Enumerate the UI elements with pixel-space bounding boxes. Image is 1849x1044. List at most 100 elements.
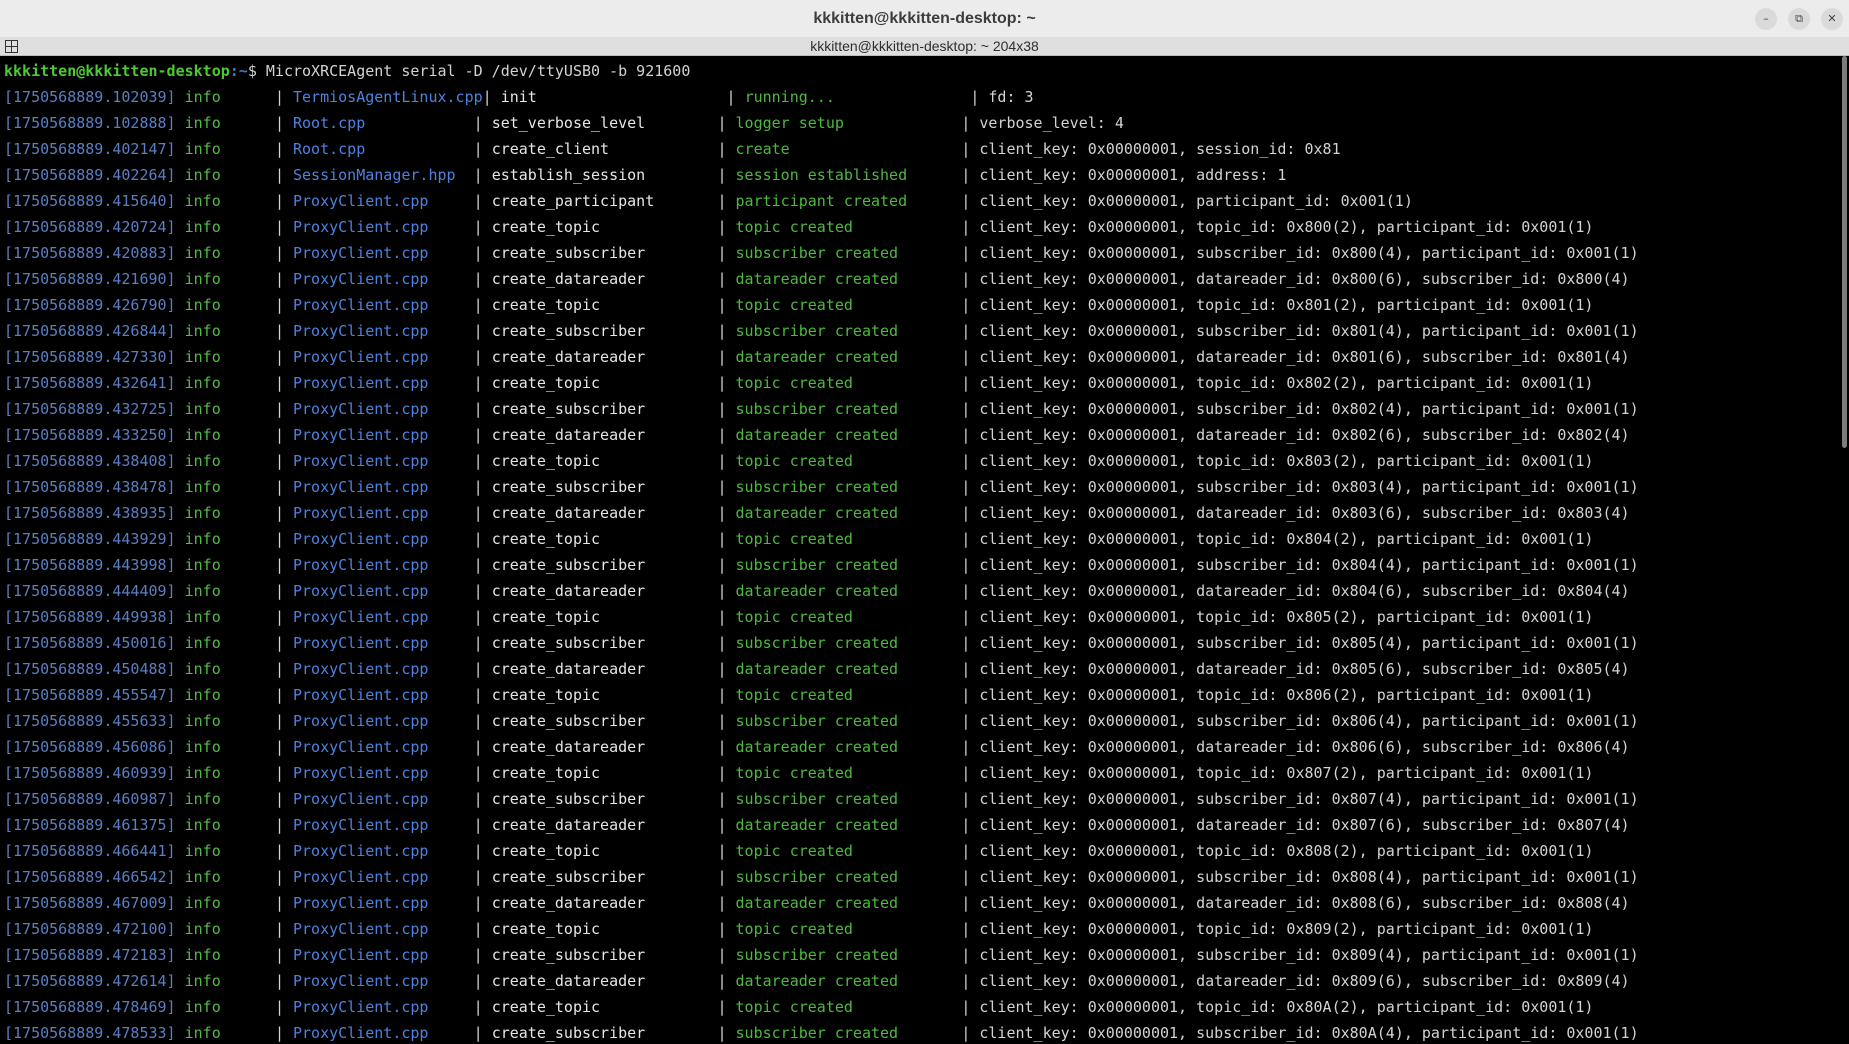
column-separator: | <box>717 270 736 288</box>
column-separator: | <box>274 556 293 574</box>
log-detail: client_key: 0x00000001, subscriber_id: 0… <box>979 244 1639 262</box>
column-separator: | <box>717 946 736 964</box>
column-separator: | <box>473 738 492 756</box>
column-separator: | <box>274 972 293 990</box>
column-separator: | <box>961 608 980 626</box>
log-line: [1750568889.460987] info | ProxyClient.c… <box>4 784 1840 810</box>
log-timestamp: [1750568889.444409] <box>4 582 176 600</box>
column-separator: | <box>274 296 293 314</box>
log-timestamp: [1750568889.456086] <box>4 738 176 756</box>
column-separator: | <box>274 140 293 158</box>
column-separator: | <box>274 712 293 730</box>
log-level: info <box>184 790 275 808</box>
column-separator: | <box>274 348 293 366</box>
column-separator: | <box>473 894 492 912</box>
log-source-file: ProxyClient.cpp <box>293 972 474 990</box>
log-timestamp: [1750568889.420724] <box>4 218 176 236</box>
column-separator: | <box>473 582 492 600</box>
log-action: session established <box>735 166 962 184</box>
log-level: info <box>184 920 275 938</box>
log-timestamp: [1750568889.427330] <box>4 348 176 366</box>
log-detail: verbose_level: 4 <box>979 114 1124 132</box>
log-action: datareader created <box>735 348 962 366</box>
log-action: running... <box>744 88 971 106</box>
column-separator: | <box>473 686 492 704</box>
log-action: topic created <box>735 608 962 626</box>
column-separator: | <box>274 790 293 808</box>
column-separator: | <box>717 764 736 782</box>
log-timestamp: [1750568889.420883] <box>4 244 176 262</box>
column-separator: | <box>473 504 492 522</box>
log-detail: client_key: 0x00000001, datareader_id: 0… <box>979 660 1630 678</box>
log-timestamp: [1750568889.478533] <box>4 1024 176 1042</box>
column-separator: | <box>717 244 736 262</box>
column-separator: | <box>473 192 492 210</box>
column-separator: | <box>717 374 736 392</box>
column-separator: | <box>961 868 980 886</box>
log-level: info <box>184 972 275 990</box>
column-separator: | <box>726 88 745 106</box>
log-line: [1750568889.432641] info | ProxyClient.c… <box>4 368 1840 394</box>
column-separator: | <box>717 504 736 522</box>
column-separator: | <box>961 582 980 600</box>
column-separator: | <box>961 218 980 236</box>
log-timestamp: [1750568889.455547] <box>4 686 176 704</box>
log-timestamp: [1750568889.443998] <box>4 556 176 574</box>
scrollbar-thumb[interactable] <box>1842 56 1847 448</box>
log-action: subscriber created <box>735 322 962 340</box>
column-separator: | <box>473 608 492 626</box>
log-detail: client_key: 0x00000001, topic_id: 0x801(… <box>979 296 1594 314</box>
log-line: [1750568889.449938] info | ProxyClient.c… <box>4 602 1840 628</box>
log-source-file: ProxyClient.cpp <box>293 894 474 912</box>
log-level: info <box>184 348 275 366</box>
column-separator: | <box>473 634 492 652</box>
log-lines: [1750568889.102039] info | TermiosAgentL… <box>4 82 1840 1044</box>
log-level: info <box>184 816 275 834</box>
column-separator: | <box>717 660 736 678</box>
column-separator: | <box>473 998 492 1016</box>
title-bar[interactable]: kkkitten@kkkitten-desktop: ~ – ⧉ ✕ <box>0 0 1849 38</box>
log-line: [1750568889.466441] info | ProxyClient.c… <box>4 836 1840 862</box>
column-separator: | <box>473 478 492 496</box>
close-icon[interactable]: ✕ <box>1821 8 1843 30</box>
log-action: datareader created <box>735 894 962 912</box>
log-level: info <box>184 296 275 314</box>
log-level: info <box>184 192 275 210</box>
log-action: topic created <box>735 452 962 470</box>
log-level: info <box>184 946 275 964</box>
log-timestamp: [1750568889.421690] <box>4 270 176 288</box>
log-timestamp: [1750568889.438935] <box>4 504 176 522</box>
log-level: info <box>184 738 275 756</box>
log-action: topic created <box>735 686 962 704</box>
column-separator: | <box>274 478 293 496</box>
maximize-icon[interactable]: ⧉ <box>1788 8 1810 30</box>
log-function: create_subscriber <box>491 556 718 574</box>
column-separator: | <box>473 556 492 574</box>
log-level: info <box>184 582 275 600</box>
log-function: set_verbose_level <box>491 114 718 132</box>
log-line: [1750568889.438478] info | ProxyClient.c… <box>4 472 1840 498</box>
scrollbar[interactable] <box>1840 56 1849 1044</box>
column-separator: | <box>961 140 980 158</box>
log-function: create_subscriber <box>491 634 718 652</box>
log-function: create_topic <box>491 530 718 548</box>
column-separator: | <box>473 218 492 236</box>
log-timestamp: [1750568889.466542] <box>4 868 176 886</box>
column-separator: | <box>473 374 492 392</box>
log-function: create_datareader <box>491 972 718 990</box>
log-detail: client_key: 0x00000001, topic_id: 0x804(… <box>979 530 1594 548</box>
log-line: [1750568889.438408] info | ProxyClient.c… <box>4 446 1840 472</box>
column-separator: | <box>717 400 736 418</box>
log-action: datareader created <box>735 426 962 444</box>
log-line: [1750568889.467009] info | ProxyClient.c… <box>4 888 1840 914</box>
log-source-file: ProxyClient.cpp <box>293 790 474 808</box>
column-separator: | <box>717 166 736 184</box>
minimize-icon[interactable]: – <box>1755 8 1777 30</box>
column-separator: | <box>717 1024 736 1042</box>
log-action: subscriber created <box>735 868 962 886</box>
terminal-output[interactable]: kkkitten@kkkitten-desktop:~$ MicroXRCEAg… <box>0 56 1840 1044</box>
log-function: create_subscriber <box>491 946 718 964</box>
column-separator: | <box>473 660 492 678</box>
log-level: info <box>184 660 275 678</box>
log-level: info <box>184 686 275 704</box>
